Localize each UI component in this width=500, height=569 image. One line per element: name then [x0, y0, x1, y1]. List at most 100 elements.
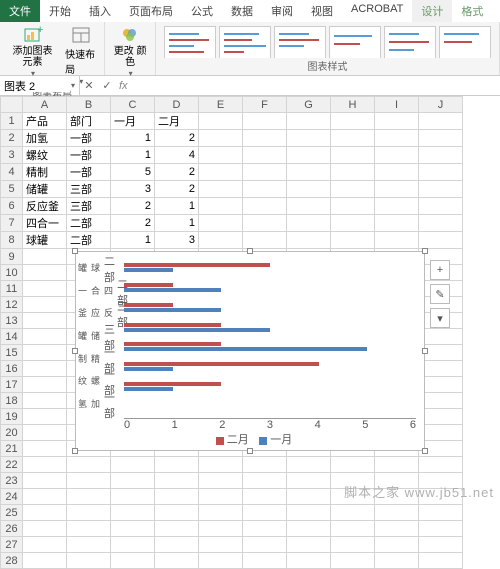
cell[interactable]	[419, 329, 463, 345]
cell[interactable]: 1	[111, 147, 155, 164]
chart-style-item[interactable]	[219, 26, 271, 58]
cell[interactable]: 螺纹	[23, 147, 67, 164]
cell[interactable]	[199, 232, 243, 249]
cell[interactable]	[331, 473, 375, 489]
cell[interactable]	[287, 215, 331, 232]
cell[interactable]	[375, 457, 419, 473]
chart-style-item[interactable]	[439, 26, 491, 58]
col-header[interactable]: H	[331, 97, 375, 113]
cell[interactable]	[331, 164, 375, 181]
fx-confirm-icon[interactable]: ✓	[98, 79, 116, 92]
cell[interactable]	[419, 232, 463, 249]
cell[interactable]	[287, 232, 331, 249]
cell[interactable]	[243, 130, 287, 147]
resize-handle[interactable]	[422, 448, 428, 454]
cell[interactable]	[331, 505, 375, 521]
tab-review[interactable]: 审阅	[262, 0, 302, 22]
chart-style-item[interactable]	[384, 26, 436, 58]
cell[interactable]	[331, 457, 375, 473]
row-header[interactable]: 10	[1, 265, 23, 281]
cell[interactable]	[199, 113, 243, 130]
chart-filter-button[interactable]: ▾	[430, 308, 450, 328]
tab-home[interactable]: 开始	[40, 0, 80, 22]
cell[interactable]	[23, 457, 67, 473]
row-header[interactable]: 20	[1, 425, 23, 441]
cell[interactable]	[419, 181, 463, 198]
cell[interactable]	[199, 147, 243, 164]
cell[interactable]: 一部	[67, 130, 111, 147]
cell[interactable]	[67, 505, 111, 521]
resize-handle[interactable]	[72, 448, 78, 454]
cell[interactable]	[375, 164, 419, 181]
cell[interactable]	[23, 361, 67, 377]
cell[interactable]	[199, 215, 243, 232]
cell[interactable]	[375, 489, 419, 505]
cell[interactable]	[419, 473, 463, 489]
cell[interactable]	[243, 505, 287, 521]
cell[interactable]	[419, 521, 463, 537]
cell[interactable]	[287, 130, 331, 147]
row-header[interactable]: 19	[1, 409, 23, 425]
cell[interactable]	[331, 198, 375, 215]
cell[interactable]	[331, 181, 375, 198]
cell[interactable]: 5	[111, 164, 155, 181]
cell[interactable]	[23, 473, 67, 489]
col-header[interactable]: E	[199, 97, 243, 113]
col-header[interactable]: I	[375, 97, 419, 113]
cell[interactable]	[331, 215, 375, 232]
cell[interactable]	[67, 553, 111, 569]
cell[interactable]: 1	[111, 232, 155, 249]
cell[interactable]	[67, 457, 111, 473]
chart-elements-button[interactable]: +	[430, 260, 450, 280]
cell[interactable]	[199, 537, 243, 553]
cell[interactable]	[23, 393, 67, 409]
resize-handle[interactable]	[247, 248, 253, 254]
cell[interactable]: 产品	[23, 113, 67, 130]
cell[interactable]	[199, 164, 243, 181]
row-header[interactable]: 6	[1, 198, 23, 215]
cell[interactable]	[111, 537, 155, 553]
embedded-chart[interactable]: 球罐二部四合一二部反应釜三部储罐三部精制一部螺纹一部加氢一部 0123456 二…	[75, 251, 425, 451]
cell[interactable]	[287, 521, 331, 537]
cell[interactable]	[331, 553, 375, 569]
cell[interactable]	[23, 297, 67, 313]
tab-data[interactable]: 数据	[222, 0, 262, 22]
cell[interactable]: 1	[155, 198, 199, 215]
cell[interactable]	[375, 181, 419, 198]
cell[interactable]	[199, 521, 243, 537]
cell[interactable]: 3	[111, 181, 155, 198]
fx-icon[interactable]: fx	[116, 80, 131, 92]
row-header[interactable]: 4	[1, 164, 23, 181]
cell[interactable]	[419, 505, 463, 521]
cell[interactable]: 部门	[67, 113, 111, 130]
cell[interactable]	[23, 553, 67, 569]
col-header[interactable]: G	[287, 97, 331, 113]
row-header[interactable]: 14	[1, 329, 23, 345]
cell[interactable]	[375, 198, 419, 215]
cell[interactable]: 1	[155, 215, 199, 232]
cell[interactable]: 二部	[67, 215, 111, 232]
cell[interactable]	[111, 473, 155, 489]
cell[interactable]	[23, 329, 67, 345]
cell[interactable]	[243, 553, 287, 569]
cell[interactable]: 3	[155, 232, 199, 249]
tab-acrobat[interactable]: ACROBAT	[342, 0, 412, 22]
cell[interactable]	[331, 147, 375, 164]
row-header[interactable]: 8	[1, 232, 23, 249]
cell[interactable]: 精制	[23, 164, 67, 181]
cell[interactable]	[67, 521, 111, 537]
cell[interactable]	[287, 164, 331, 181]
row-header[interactable]: 3	[1, 147, 23, 164]
cell[interactable]	[419, 377, 463, 393]
row-header[interactable]: 1	[1, 113, 23, 130]
cell[interactable]	[199, 198, 243, 215]
col-header[interactable]: J	[419, 97, 463, 113]
cell[interactable]	[287, 537, 331, 553]
row-header[interactable]: 28	[1, 553, 23, 569]
cell[interactable]	[375, 505, 419, 521]
row-header[interactable]: 2	[1, 130, 23, 147]
cell[interactable]	[111, 505, 155, 521]
cell[interactable]	[375, 473, 419, 489]
tab-page-layout[interactable]: 页面布局	[120, 0, 182, 22]
cell[interactable]	[243, 457, 287, 473]
